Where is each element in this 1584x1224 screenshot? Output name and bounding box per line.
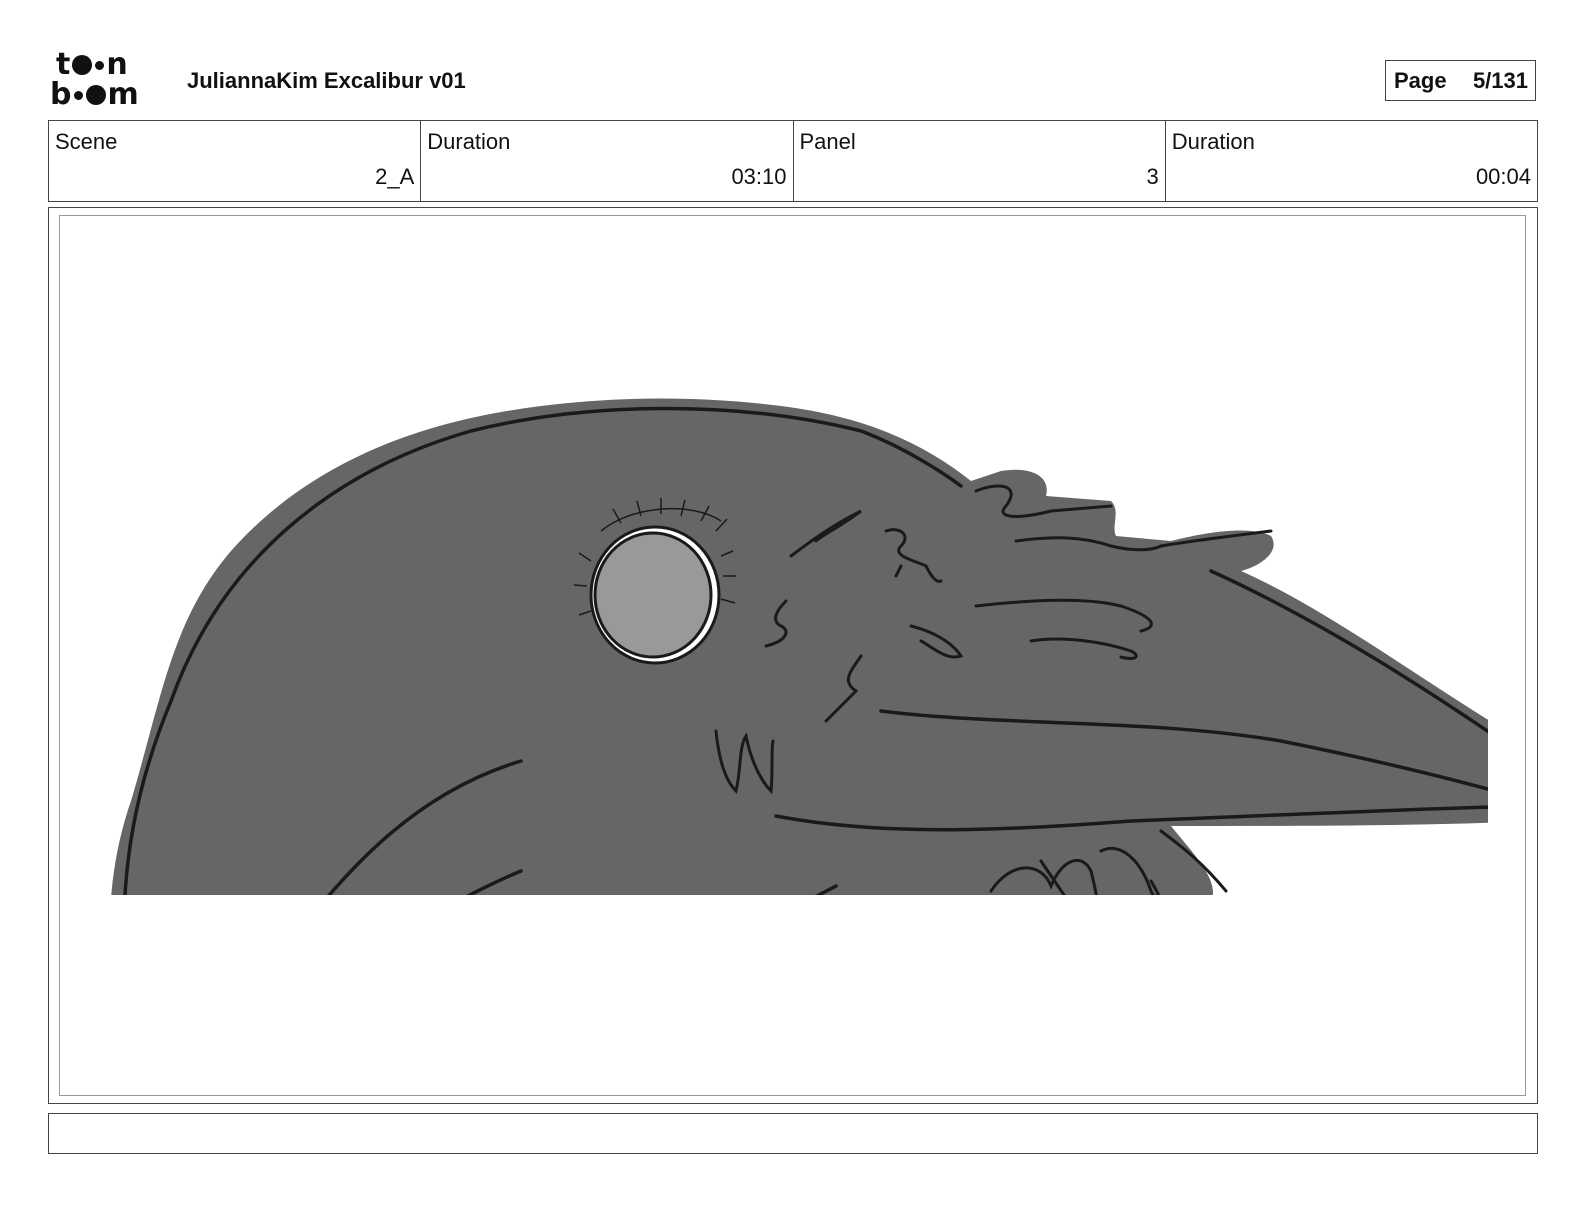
- panel-duration-label: Duration: [1171, 129, 1255, 154]
- panel-duration-value: 00:04: [1475, 164, 1531, 189]
- storyboard-panel: [48, 207, 1538, 1104]
- panel-cell: Panel 3: [794, 121, 1166, 201]
- logo-top-row: tn: [56, 47, 129, 82]
- scene-duration-value: 03:10: [731, 164, 787, 189]
- panel-label: Panel: [799, 129, 856, 154]
- scene-info-table: Scene 2_A Duration 03:10 Panel 3 Duratio…: [48, 120, 1538, 202]
- logo-bottom-row: bm: [50, 77, 140, 112]
- toonboom-logo: tn bm: [50, 50, 164, 114]
- page-indicator: Page 5/131: [1385, 60, 1536, 101]
- scene-value: 2_A: [375, 164, 415, 189]
- scene-label: Scene: [55, 129, 118, 154]
- scene-cell: Scene 2_A: [49, 121, 422, 201]
- page-number: 5/131: [1472, 67, 1528, 93]
- page-label: Page: [1394, 67, 1447, 93]
- caption-box: [48, 1113, 1538, 1154]
- panel-safe-frame: [59, 215, 1526, 1096]
- document-title: JuliannaKim Excalibur v01: [187, 68, 466, 93]
- panel-value: 3: [1146, 164, 1159, 189]
- scene-duration-cell: Duration 03:10: [421, 121, 794, 201]
- panel-duration-cell: Duration 00:04: [1166, 121, 1537, 201]
- scene-duration-label: Duration: [427, 129, 511, 154]
